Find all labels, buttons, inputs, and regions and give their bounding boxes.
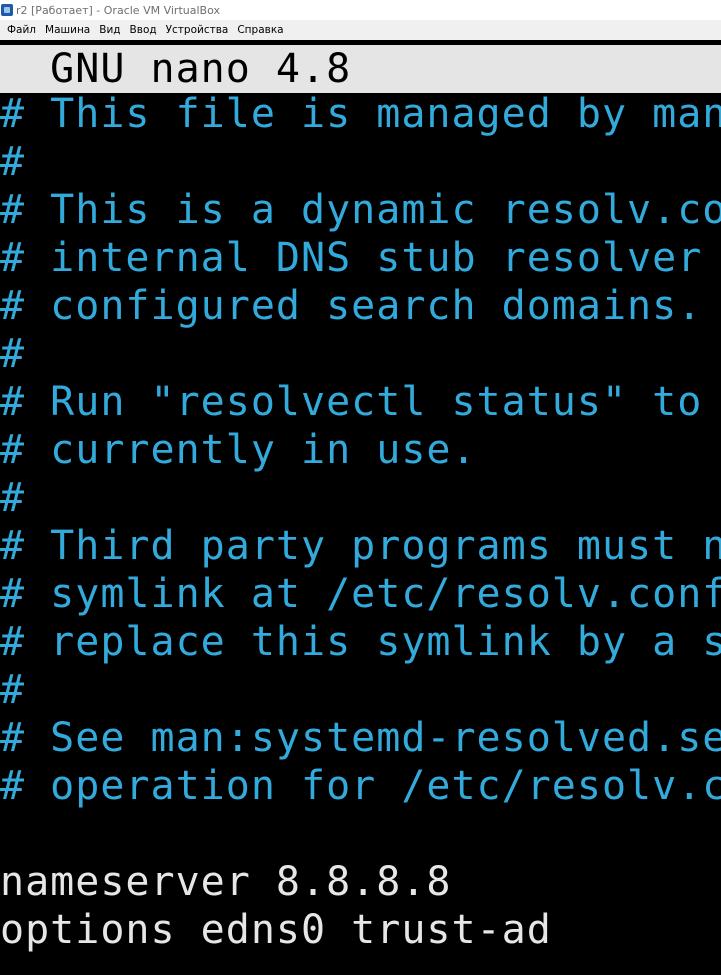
file-line: # Third party programs must no: [0, 523, 721, 569]
file-line: #: [0, 139, 26, 185]
file-line: # currently in use.: [0, 427, 477, 473]
nano-header: GNU nano 4.8: [0, 45, 721, 93]
window-title: r2 [Работает] - Oracle VM VirtualBox: [16, 3, 220, 17]
vm-terminal-screen[interactable]: GNU nano 4.8 # This file is managed by m…: [0, 40, 721, 975]
file-line: #: [0, 331, 26, 377]
file-line: # configured search domains.: [0, 283, 703, 329]
menu-bar: Файл Машина Вид Ввод Устройства Справка: [0, 20, 721, 40]
menu-help[interactable]: Справка: [237, 24, 283, 36]
menu-machine[interactable]: Машина: [45, 24, 90, 36]
file-line: nameserver 8.8.8.8: [0, 859, 452, 905]
file-line: options edns0 trust-ad: [0, 907, 552, 953]
file-line: # replace this symlink by a st: [0, 619, 721, 665]
menu-file[interactable]: Файл: [7, 24, 36, 36]
file-line: # Run "resolvectl status" to s: [0, 379, 721, 425]
file-line: # operation for /etc/resolv.co: [0, 763, 721, 809]
file-line: #: [0, 667, 26, 713]
file-line: #: [0, 475, 26, 521]
virtualbox-icon: [1, 4, 13, 16]
file-line: # This file is managed by man:: [0, 91, 721, 137]
file-line: # This is a dynamic resolv.con: [0, 187, 721, 233]
file-line: # See man:systemd-resolved.ser: [0, 715, 721, 761]
file-line: # internal DNS stub resolver o: [0, 235, 721, 281]
window-titlebar[interactable]: r2 [Работает] - Oracle VM VirtualBox: [0, 0, 721, 20]
file-line: # symlink at /etc/resolv.conf.: [0, 571, 721, 617]
menu-view[interactable]: Вид: [99, 24, 120, 36]
menu-devices[interactable]: Устройства: [166, 24, 229, 36]
menu-input[interactable]: Ввод: [130, 24, 157, 36]
